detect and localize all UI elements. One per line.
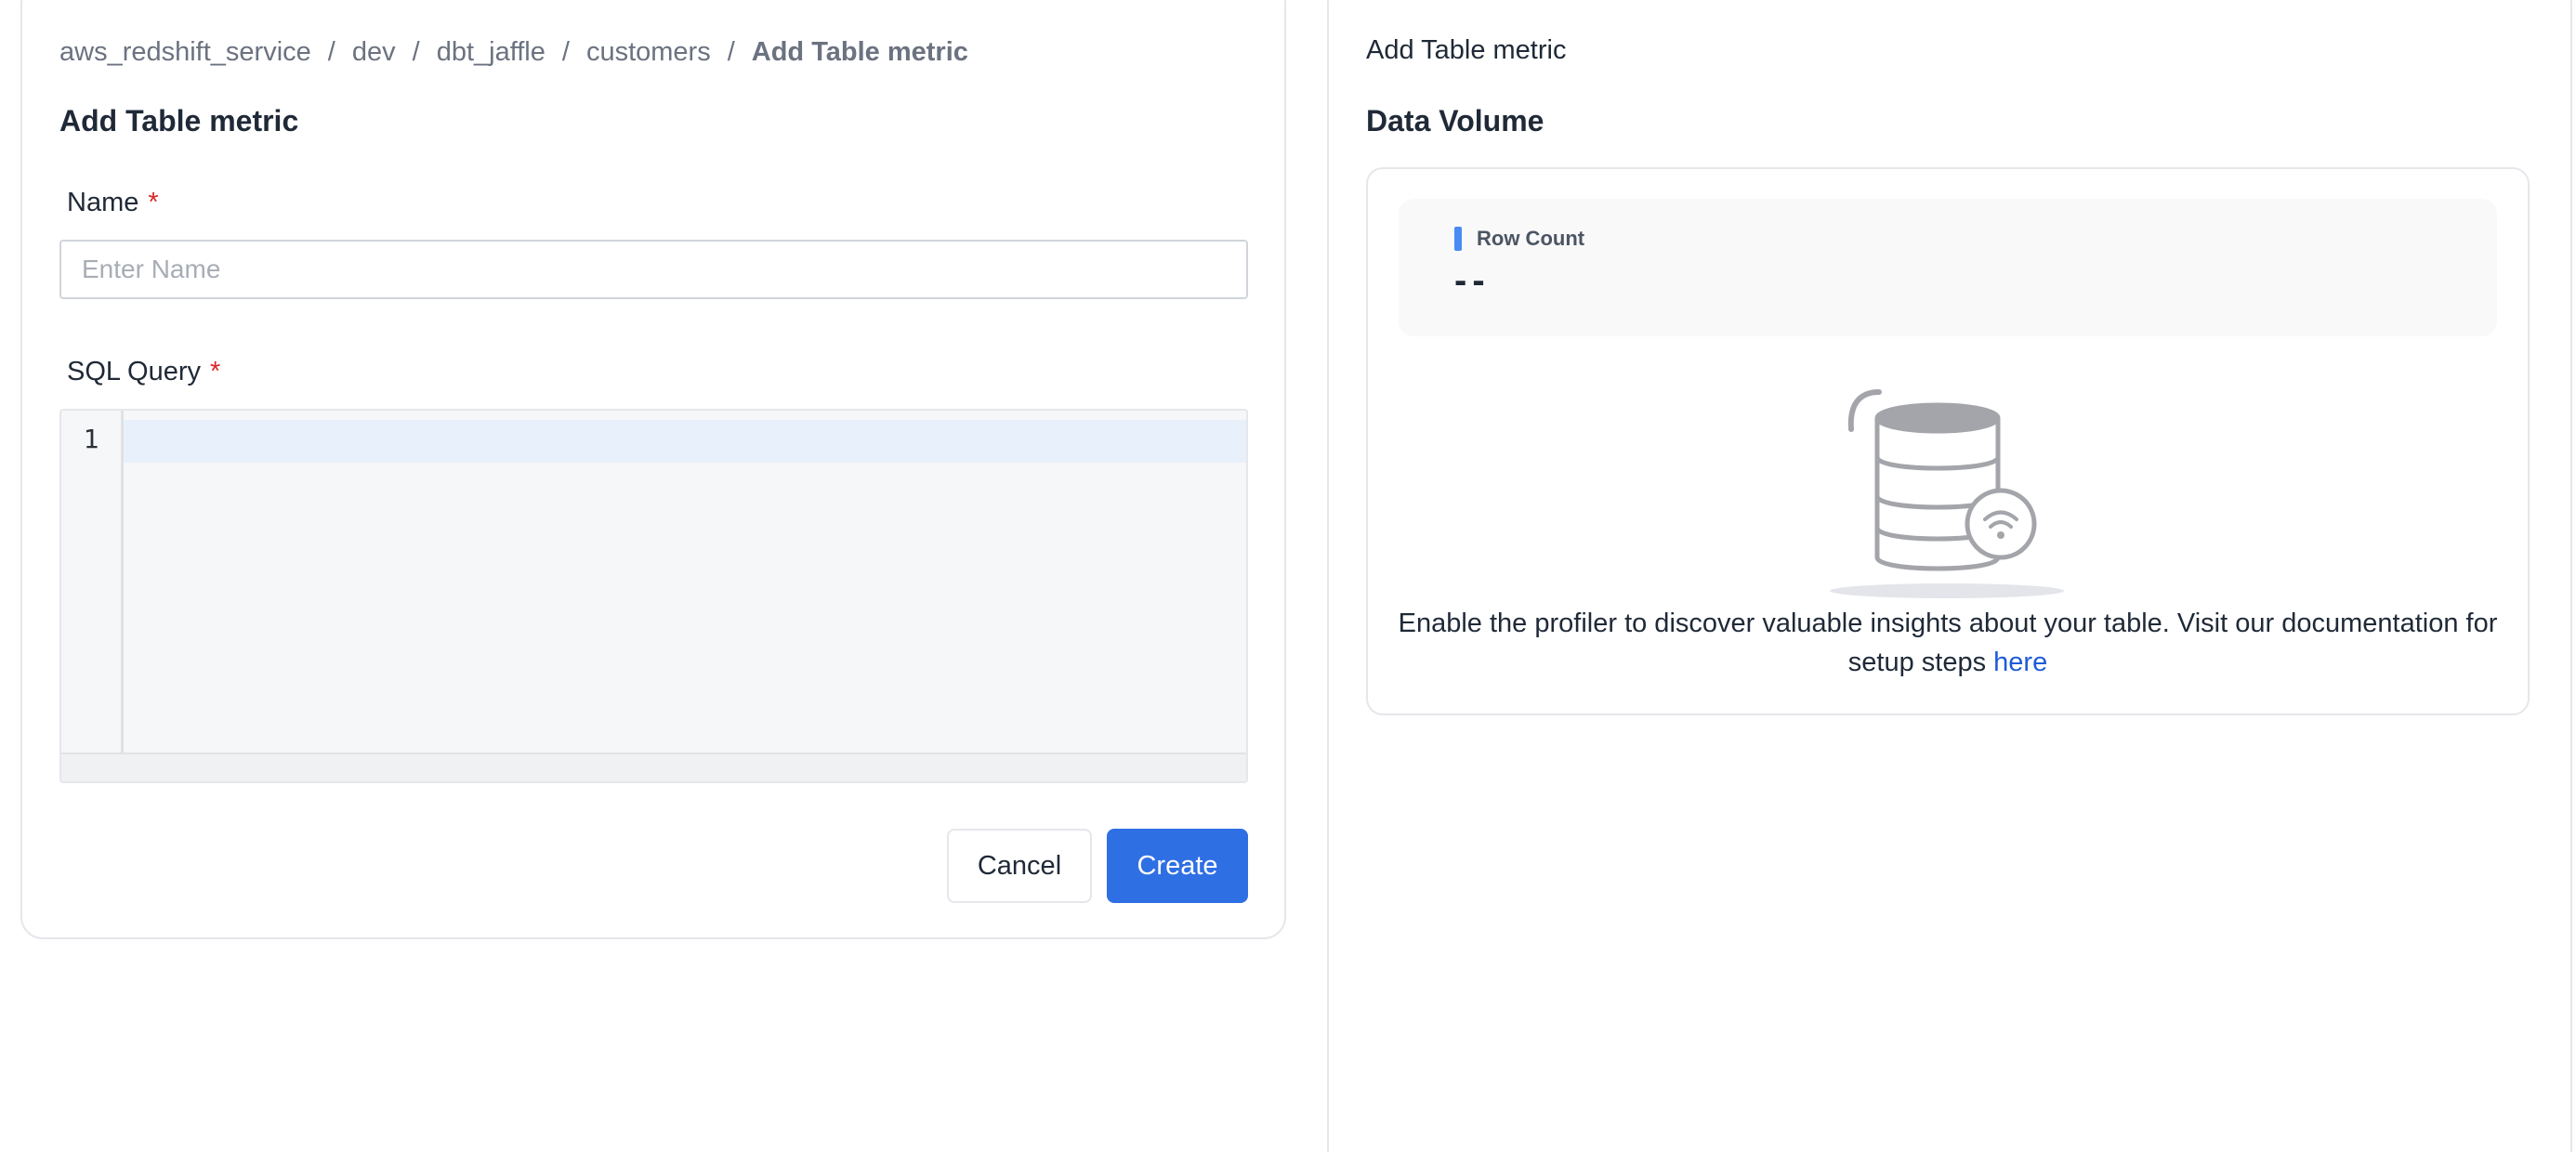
panel-title: Add Table metric: [1366, 35, 1567, 65]
sql-query-label-text: SQL Query: [67, 357, 201, 386]
breadcrumb-item-service[interactable]: aws_redshift_service: [59, 37, 311, 68]
breadcrumb-item-database[interactable]: dev: [352, 37, 396, 68]
active-line-highlight[interactable]: [124, 420, 1246, 463]
required-marker: *: [209, 357, 221, 386]
breadcrumb-item-schema[interactable]: dbt_jaffle: [437, 37, 545, 68]
sql-query-editor[interactable]: 1: [59, 409, 1248, 783]
line-number: 1: [83, 424, 99, 454]
data-volume-title: Data Volume: [1366, 104, 1544, 137]
horizontal-scrollbar[interactable]: [61, 753, 1246, 781]
row-count-summary: [1399, 199, 2497, 336]
sql-query-label: SQL Query *: [67, 357, 220, 387]
profiler-empty-message-text: Enable the profiler to discover valuable…: [1398, 609, 2498, 677]
form-title: Add Table metric: [59, 104, 299, 137]
breadcrumb-item-current: Add Table metric: [751, 36, 968, 67]
breadcrumb-separator: /: [561, 36, 570, 67]
row-count-legend-marker: [1454, 227, 1462, 251]
breadcrumb-separator: /: [327, 36, 335, 67]
breadcrumb-separator: /: [727, 36, 735, 67]
breadcrumb-separator: /: [412, 36, 420, 67]
breadcrumb: aws_redshift_service / dev / dbt_jaffle …: [59, 33, 968, 71]
line-number-gutter: 1: [61, 411, 124, 756]
row-count-label: Row Count: [1477, 227, 1585, 250]
profiler-empty-message: Enable the profiler to discover valuable…: [1385, 604, 2511, 682]
database-no-connection-icon: [1830, 389, 2064, 598]
name-label: Name *: [67, 188, 159, 218]
create-button[interactable]: Create: [1107, 829, 1248, 903]
required-marker: *: [148, 188, 159, 217]
breadcrumb-item-table[interactable]: customers: [586, 37, 711, 68]
documentation-link[interactable]: here: [1993, 648, 2047, 677]
name-label-text: Name: [67, 188, 139, 217]
row-count-value: --: [1454, 260, 1491, 301]
cancel-button[interactable]: Cancel: [947, 829, 1092, 903]
name-input[interactable]: [59, 240, 1248, 299]
